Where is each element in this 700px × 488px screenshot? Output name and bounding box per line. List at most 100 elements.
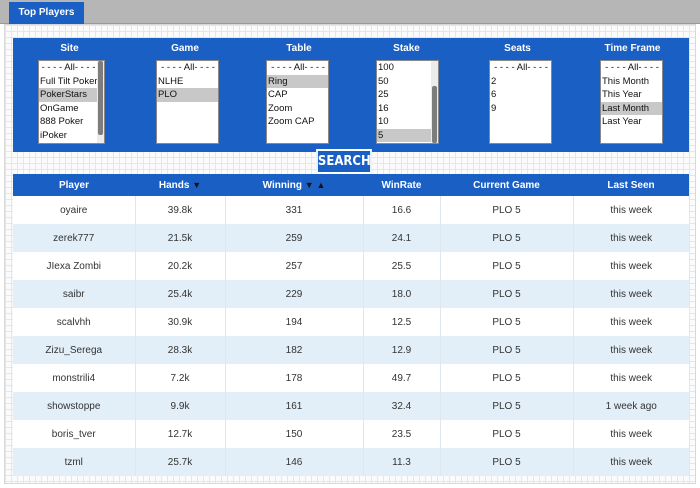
sort-asc-icon[interactable]: ▲ <box>316 180 325 190</box>
listbox-option[interactable]: Last Month <box>601 101 662 115</box>
filter-bar: Site - - - - All- - - - Full Tilt Poker Po… <box>13 38 689 152</box>
winning-value: 257 <box>224 252 363 280</box>
listbox-option[interactable]: - - - - All- - - - <box>267 61 328 75</box>
listbox-option[interactable]: 9 <box>490 102 551 116</box>
col-winrate-label: WinRate <box>381 179 422 191</box>
col-winrate[interactable]: WinRate <box>363 174 440 196</box>
listbox-option[interactable]: 100 <box>377 61 431 75</box>
listbox-scrollbar[interactable] <box>97 61 104 143</box>
listbox-option[interactable]: 10 <box>377 115 431 129</box>
listbox-option[interactable]: 5 <box>377 128 431 142</box>
listbox-option[interactable]: Full Tilt Poker <box>39 75 97 89</box>
col-current-game-label: Current Game <box>473 179 540 191</box>
listbox-option[interactable]: Last Year <box>601 115 662 129</box>
winrate-value: 18.0 <box>362 280 440 308</box>
current-game: PLO 5 <box>439 224 573 252</box>
current-game: PLO 5 <box>439 336 573 364</box>
players-table: Player Hands ▼ Winning ▼ ▲ WinRate Curre… <box>13 174 689 476</box>
table-row[interactable]: saibr 25.4k 229 18.0 PLO 5 this week <box>13 280 689 308</box>
hands-value: 25.4k <box>134 280 225 308</box>
col-player[interactable]: Player <box>13 174 135 196</box>
table-row[interactable]: showstoppe 9.9k 161 32.4 PLO 51 week ago <box>13 392 689 420</box>
listbox-option[interactable]: - - - - All- - - - <box>39 61 97 75</box>
seats-listbox[interactable]: - - - - All- - - -269 <box>489 60 552 144</box>
listbox-option[interactable]: 50 <box>377 75 431 89</box>
winrate-value: 12.9 <box>362 336 440 364</box>
last-seen: this week <box>572 280 689 308</box>
player-name: showstoppe <box>13 392 135 420</box>
current-game: PLO 5 <box>439 196 573 224</box>
filter-stake: Stake 100 50 25 16 10 5 <box>354 38 459 152</box>
listbox-option[interactable]: Ring <box>267 74 328 88</box>
last-seen: this week <box>572 364 689 392</box>
stake-listbox[interactable]: 100 50 25 16 10 5 <box>376 60 439 144</box>
col-hands-label: Hands <box>158 179 190 191</box>
table-row[interactable]: tzml 25.7k 146 11.3 PLO 5 this week <box>13 448 689 476</box>
winning-value: 182 <box>224 336 363 364</box>
listbox-option[interactable]: iPoker <box>39 129 97 143</box>
listbox-option[interactable]: - - - - All- - - - <box>601 61 662 75</box>
listbox-option[interactable]: 6 <box>490 88 551 102</box>
listbox-option[interactable]: This Year <box>601 88 662 102</box>
col-winning[interactable]: Winning ▼ ▲ <box>225 174 363 196</box>
table-listbox[interactable]: - - - - All- - - - Ring CAP Zoom Zoom CAP <box>266 60 329 144</box>
player-name: Zizu_Serega <box>13 336 135 364</box>
winning-value: 161 <box>224 392 363 420</box>
listbox-option[interactable]: 2 <box>490 75 551 89</box>
table-row[interactable]: zerek777 21.5k 259 24.1 PLO 5 this week <box>13 224 689 252</box>
listbox-option[interactable]: 25 <box>377 88 431 102</box>
player-name: zerek777 <box>13 224 135 252</box>
current-game: PLO 5 <box>439 252 573 280</box>
current-game: PLO 5 <box>439 392 573 420</box>
winrate-value: 49.7 <box>362 364 440 392</box>
last-seen: this week <box>572 336 689 364</box>
listbox-option[interactable]: 888 Poker <box>39 115 97 129</box>
col-winning-label: Winning <box>262 179 302 191</box>
sort-desc-icon[interactable]: ▼ <box>192 180 201 190</box>
timeframe-listbox[interactable]: - - - - All- - - - This Month This Year Las… <box>600 60 663 144</box>
hands-value: 9.9k <box>134 392 225 420</box>
last-seen: this week <box>572 420 689 448</box>
col-last-seen[interactable]: Last Seen <box>573 174 689 196</box>
listbox-option[interactable]: OnGame <box>39 102 97 116</box>
game-listbox[interactable]: - - - - All- - - - NLHE PLO <box>156 60 219 144</box>
listbox-option[interactable]: PLO <box>157 88 218 102</box>
table-row[interactable]: Zizu_Serega 28.3k 182 12.9 PLO 5 this week <box>13 336 689 364</box>
scrollbar-thumb[interactable] <box>432 85 437 143</box>
hands-value: 7.2k <box>134 364 225 392</box>
listbox-option[interactable]: 16 <box>377 102 431 116</box>
sort-desc-icon[interactable]: ▼ <box>305 180 314 190</box>
table-row[interactable]: scalvhh 30.9k 194 12.5 PLO 5 this week <box>13 308 689 336</box>
table-row[interactable]: oyaire 39.8k 331 16.6 PLO 5 this week <box>13 196 689 224</box>
col-hands[interactable]: Hands ▼ <box>135 174 225 196</box>
listbox-option[interactable]: - - - - All- - - - <box>157 61 218 75</box>
listbox-option[interactable]: This Month <box>601 75 662 89</box>
listbox-option[interactable]: CAP <box>267 88 328 102</box>
filter-table-label: Table <box>286 43 312 54</box>
hands-value: 25.7k <box>134 448 225 476</box>
site-listbox[interactable]: - - - - All- - - - Full Tilt Poker PokerSt… <box>38 60 105 144</box>
search-button[interactable]: SEARCH <box>316 149 372 174</box>
col-current-game[interactable]: Current Game <box>440 174 573 196</box>
table-row[interactable]: boris_tver 12.7k 150 23.5 PLO 5 this week <box>13 420 689 448</box>
listbox-option[interactable]: Zoom CAP <box>267 115 328 129</box>
winning-value: 150 <box>224 420 363 448</box>
player-name: scalvhh <box>13 308 135 336</box>
listbox-option[interactable]: - - - - All- - - - <box>490 61 551 75</box>
table-row[interactable]: JIexa Zombi 20.2k 257 25.5 PLO 5 this week <box>13 252 689 280</box>
listbox-option[interactable]: NLHE <box>157 75 218 89</box>
tab-top-players[interactable]: Top Players <box>9 2 84 24</box>
table-row[interactable]: monstrili4 7.2k 178 49.7 PLO 5 this week <box>13 364 689 392</box>
filter-seats-label: Seats <box>504 43 531 54</box>
hands-value: 21.5k <box>134 224 225 252</box>
filter-seats: Seats - - - - All- - - -269 <box>459 38 576 152</box>
listbox-scrollbar[interactable] <box>431 61 438 143</box>
filter-site-label: Site <box>60 43 79 54</box>
current-game: PLO 5 <box>439 420 573 448</box>
last-seen: 1 week ago <box>572 392 689 420</box>
listbox-option[interactable]: PokerStars <box>39 88 97 102</box>
last-seen: this week <box>572 252 689 280</box>
listbox-option[interactable]: Zoom <box>267 102 328 116</box>
winning-value: 229 <box>224 280 363 308</box>
scrollbar-thumb[interactable] <box>98 61 103 135</box>
